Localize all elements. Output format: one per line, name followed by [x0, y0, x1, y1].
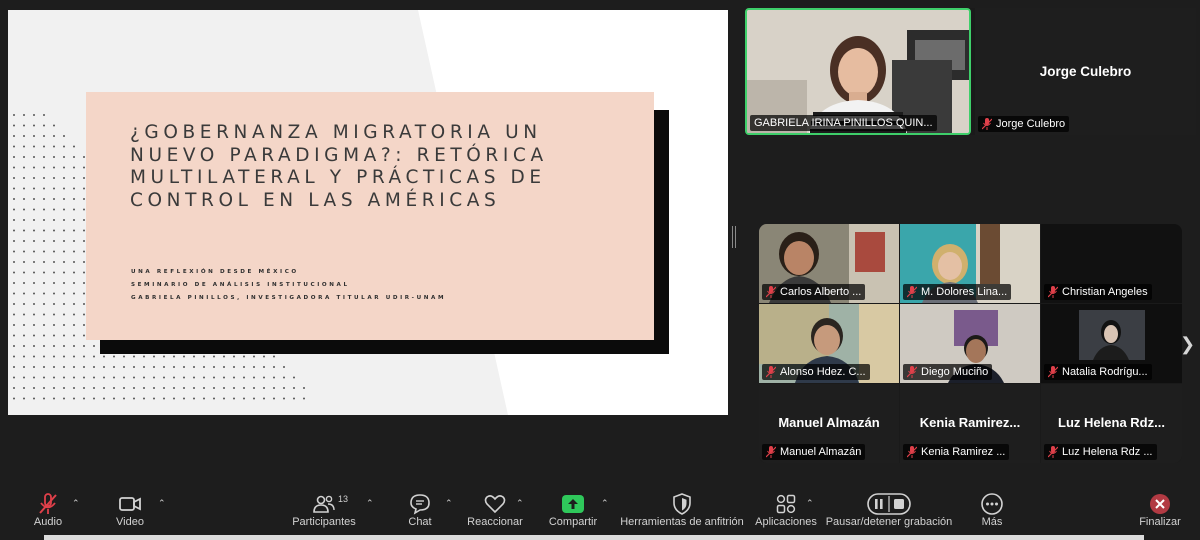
participants-label: Participantes [292, 516, 356, 528]
more-label: Más [981, 516, 1003, 528]
react-label: Reaccionar [467, 516, 523, 528]
participant-name-label: Natalia Rodrígu... [1044, 364, 1152, 380]
video-tile-alonso-hdez[interactable]: Alonso Hdez. C... [759, 304, 899, 383]
shield-icon [673, 493, 691, 515]
react-options-caret-icon[interactable]: ⌃ [516, 498, 524, 509]
chat-button[interactable]: Chat [400, 484, 440, 540]
pause-stop-recording-button[interactable]: Pausar/detener grabación [826, 484, 952, 540]
video-button[interactable]: Video [110, 484, 150, 540]
participant-name-label: GABRIELA IRINA PINILLOS QUIN... [750, 115, 937, 131]
audio-label: Audio [33, 516, 63, 528]
chat-options-caret-icon[interactable]: ⌃ [445, 498, 453, 509]
close-x-icon [1150, 494, 1170, 514]
microphone-muted-icon [982, 118, 992, 130]
participant-name-label: Kenia Ramirez ... [903, 444, 1010, 460]
chat-label: Chat [408, 516, 432, 528]
microphone-muted-icon [766, 286, 776, 298]
shared-screen-slide: ¿Gobernanza migratoria un nuevo paradigm… [8, 10, 728, 415]
video-options-caret-icon[interactable]: ⌃ [158, 498, 166, 509]
apps-button[interactable]: Aplicaciones [755, 484, 817, 540]
participant-display-name: Jorge Culebro [1039, 64, 1132, 79]
video-tile-carlos-alberto[interactable]: Carlos Alberto ... [759, 224, 899, 303]
heart-icon [484, 495, 506, 514]
react-button[interactable]: Reaccionar [467, 484, 523, 540]
participants-options-caret-icon[interactable]: ⌃ [366, 498, 374, 509]
participant-name-label: Manuel Almazán [762, 444, 866, 460]
video-tile-kenia-ramirez[interactable]: Kenia Ramirez... Kenia Ramirez ... [900, 384, 1040, 463]
record-label: Pausar/detener grabación [825, 516, 953, 528]
gallery-next-page-icon[interactable]: ❯ [1180, 334, 1195, 355]
participant-display-name: Kenia Ramirez... [919, 415, 1021, 430]
video-tile-christian-angeles[interactable]: Christian Angeles [1041, 224, 1182, 303]
participant-name-label: Alonso Hdez. C... [762, 364, 870, 380]
pause-stop-icon [867, 493, 911, 515]
more-dots-icon [981, 493, 1003, 515]
audio-button[interactable]: Audio [28, 484, 68, 540]
microphone-muted-icon [766, 366, 776, 378]
participant-name-label: Luz Helena Rdz ... [1044, 444, 1157, 460]
microphone-muted-icon [1048, 366, 1058, 378]
microphone-muted-icon [766, 446, 776, 458]
video-tile-luz-helena[interactable]: Luz Helena Rdz... Luz Helena Rdz ... [1041, 384, 1182, 463]
microphone-muted-icon [907, 446, 917, 458]
participant-name-label: Jorge Culebro [978, 116, 1070, 132]
slide-subtitle-3: Gabriela Pinillos, Investigadora titular… [131, 295, 447, 301]
apps-options-caret-icon[interactable]: ⌃ [806, 498, 814, 509]
slide-subtitle-2: Seminario de Análisis Institucional [131, 282, 350, 288]
apps-icon [776, 494, 796, 514]
microphone-muted-icon [907, 286, 917, 298]
share-screen-button[interactable]: Compartir [549, 484, 597, 540]
host-tools-label: Herramientas de anfitrión [620, 516, 744, 528]
slide-title: ¿Gobernanza migratoria un nuevo paradigm… [130, 122, 548, 211]
video-tile-jorge-culebro[interactable]: Jorge Culebro Jorge Culebro [975, 8, 1196, 135]
slide-subtitle-1: Una reflexión desde México [131, 269, 299, 275]
participant-display-name: Luz Helena Rdz... [1058, 415, 1165, 430]
participant-name-label: Carlos Alberto ... [762, 284, 866, 300]
microphone-muted-icon [1048, 446, 1058, 458]
participants-count: 13 [338, 494, 349, 504]
video-tile-diego-mucino[interactable]: Diego Muciño [900, 304, 1040, 383]
more-button[interactable]: Más [972, 484, 1012, 540]
microphone-muted-icon [39, 493, 57, 514]
share-label: Compartir [548, 516, 598, 528]
participant-name-label: Christian Angeles [1044, 284, 1152, 300]
share-options-caret-icon[interactable]: ⌃ [601, 498, 609, 509]
apps-label: Aplicaciones [755, 516, 817, 528]
video-tile-manuel-almazan[interactable]: Manuel Almazán Manuel Almazán [759, 384, 899, 463]
video-tile-m-dolores[interactable]: M. Dolores Lina... [900, 224, 1040, 303]
gallery-video-grid: Carlos Alberto ... M. Dolores Lina... Ch… [759, 224, 1182, 463]
audio-options-caret-icon[interactable]: ⌃ [72, 498, 80, 509]
microphone-muted-icon [1048, 286, 1058, 298]
video-camera-icon [119, 497, 141, 511]
taskbar-edge [44, 535, 1144, 540]
participant-name-label: Diego Muciño [903, 364, 993, 380]
share-arrow-icon [562, 495, 584, 513]
end-label: Finalizar [1139, 516, 1181, 528]
participants-icon [313, 495, 335, 513]
participant-name-label: M. Dolores Lina... [903, 284, 1012, 300]
chat-icon [410, 494, 430, 515]
microphone-muted-icon [907, 366, 917, 378]
host-tools-button[interactable]: Herramientas de anfitrión [620, 484, 744, 540]
participants-button[interactable]: Participantes [292, 484, 356, 540]
meeting-toolbar: Audio ⌃ Video ⌃ Participantes 13 ⌃ Chat … [0, 484, 1200, 540]
speaker-video-strip: GABRIELA IRINA PINILLOS QUIN... Jorge Cu… [745, 8, 1196, 135]
panel-splitter-handle[interactable] [732, 226, 736, 248]
video-tile-natalia-rodriguez[interactable]: Natalia Rodrígu... [1041, 304, 1182, 383]
video-tile-active-speaker[interactable]: GABRIELA IRINA PINILLOS QUIN... [745, 8, 971, 135]
end-meeting-button[interactable]: Finalizar [1139, 484, 1181, 540]
video-label: Video [116, 516, 144, 528]
participant-display-name: Manuel Almazán [778, 415, 880, 430]
